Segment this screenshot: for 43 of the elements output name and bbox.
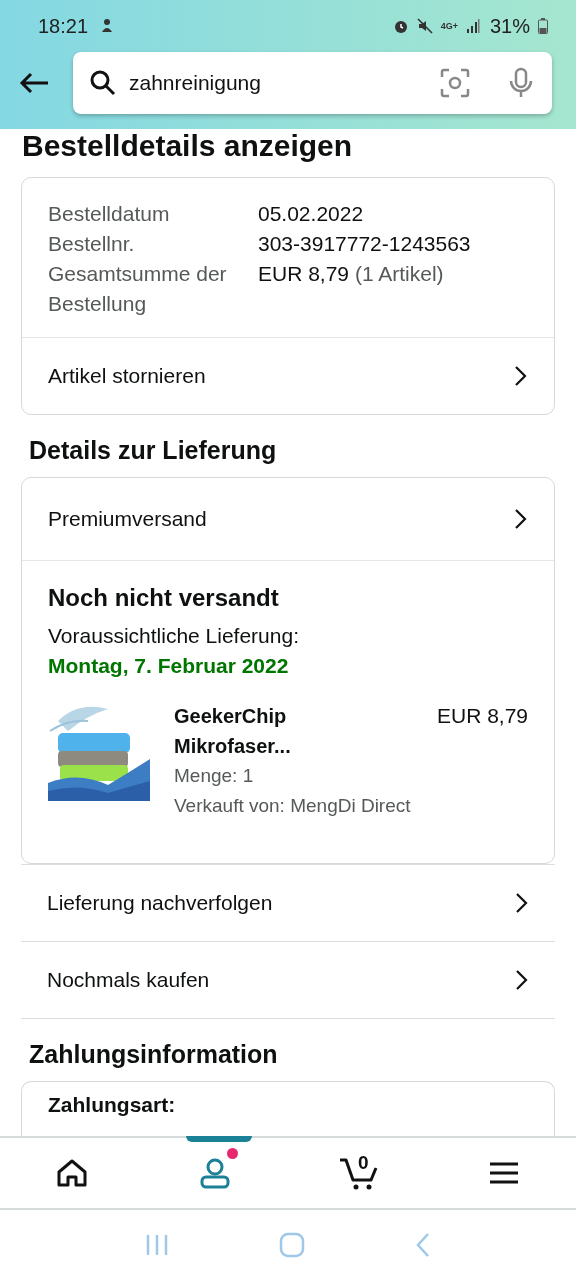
status-time: 18:21 [38, 14, 89, 38]
section-heading: Details zur Lieferung [28, 435, 278, 466]
notification-icon [100, 18, 115, 34]
product-title[interactable]: GeekerChip Mikrofaser... [174, 701, 324, 761]
field-value: 303-3917772-1243563 [258, 231, 472, 257]
chevron-right-icon [515, 969, 529, 991]
product-price: EUR 8,79 [436, 703, 528, 729]
field-value: EUR 8,79 (1 Artikel) [258, 261, 445, 287]
chevron-right-icon [515, 892, 529, 914]
cart-count: 0 [358, 1152, 369, 1174]
search-field[interactable]: zahnreinigung [73, 52, 552, 114]
page-title: Bestelldetails anzeigen [21, 129, 354, 164]
chevron-right-icon [514, 365, 528, 387]
action-row[interactable]: Nochmals kaufen [21, 942, 555, 1019]
back-arrow-icon[interactable] [18, 71, 50, 95]
signal-icon [465, 19, 480, 33]
field-value: 05.02.2022 [258, 201, 365, 227]
battery-icon [538, 18, 548, 34]
delivery-date: Montag, 7. Februar 2022 [48, 653, 290, 679]
mute-icon [416, 18, 433, 34]
seller-text: Verkauft von: MengDi Direct [174, 794, 412, 818]
network-label: 4G+ [440, 21, 458, 31]
camera-icon[interactable] [440, 68, 470, 98]
quantity-text: Menge: 1 [174, 764, 255, 788]
alarm-icon [392, 18, 409, 34]
microphone-icon[interactable] [508, 67, 534, 99]
field-label: Bestellnr. [48, 231, 136, 257]
action-row[interactable]: Lieferung nachverfolgen [21, 865, 555, 942]
cancel-items-row[interactable]: Artikel stornieren [22, 337, 554, 414]
field-label: Gesamtsumme der Bestellung [48, 261, 228, 317]
nav-tab[interactable]: 0 [288, 1138, 432, 1208]
home-icon [56, 1158, 88, 1188]
shipment-status: Noch nicht versandt [48, 583, 280, 613]
menu-icon [489, 1161, 519, 1185]
account-icon [199, 1157, 233, 1189]
battery-percent: 31% [489, 14, 530, 38]
shipping-method-row[interactable]: Premiumversand [22, 478, 554, 560]
chevron-right-icon [514, 508, 528, 530]
field-label: Bestelldatum [48, 201, 171, 227]
search-icon [89, 69, 117, 97]
delivery-estimate-label: Voraussichtliche Lieferung: [48, 623, 300, 649]
section-heading: Zahlungsinformation [28, 1039, 279, 1070]
payment-method-label: Zahlungsart: [47, 1092, 177, 1118]
